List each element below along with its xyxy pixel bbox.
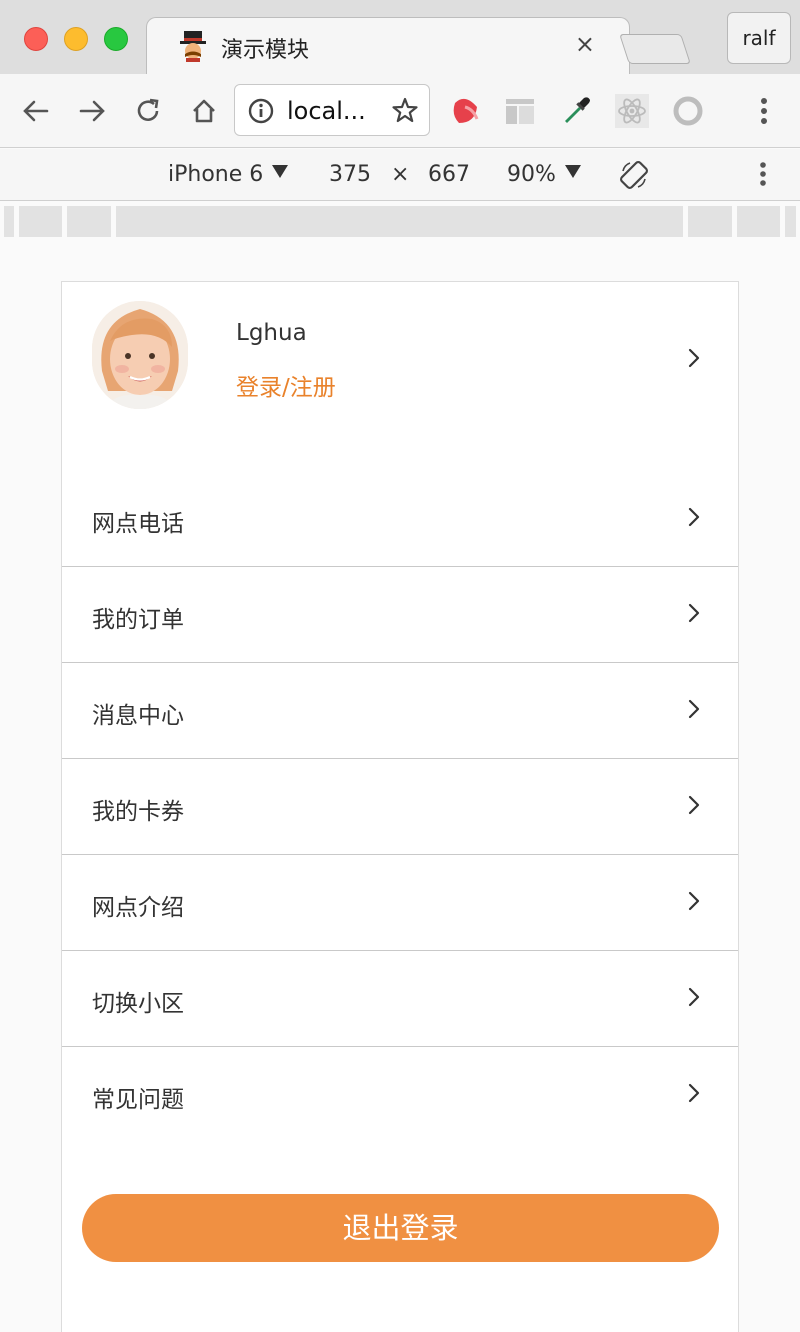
react-devtools-icon[interactable] [615,92,649,130]
chevron-right-icon [682,1081,706,1105]
menu-item-branch-intro[interactable]: 网点介绍 [62,855,738,951]
ruler-divider [780,206,785,237]
menu-item-branch-phone[interactable]: 网点电话 [62,471,738,567]
device-toolbar: iPhone 6 375 × 667 90% [0,149,800,201]
chevron-right-icon [682,889,706,913]
maximize-window-button[interactable] [104,27,128,51]
chevron-right-icon [682,985,706,1009]
star-icon[interactable] [391,96,419,128]
info-icon[interactable] [247,97,275,129]
address-text: local... [287,97,366,125]
ruler-divider [732,206,737,237]
back-arrow-icon[interactable] [19,92,53,130]
close-window-button[interactable] [24,27,48,51]
favicon-icon [177,30,209,62]
username: Lghua [236,320,307,346]
ruler-divider [111,206,116,237]
dimension-separator: × [391,162,410,187]
menu-item-switch-community[interactable]: 切换小区 [62,951,738,1047]
forward-arrow-icon[interactable] [75,92,109,130]
ruler-divider [62,206,67,237]
menu-item-label: 我的卡券 [92,799,184,825]
menu-item-label: 消息中心 [92,703,184,729]
login-register-link[interactable]: 登录/注册 [236,368,336,402]
media-query-bar[interactable] [4,206,796,237]
extension-circle-icon[interactable] [671,92,705,130]
minimize-window-button[interactable] [64,27,88,51]
menu-item-label: 我的订单 [92,607,184,633]
browser-tabstrip: 演示模块 × ralf [0,0,800,75]
tab-title: 演示模块 [221,38,310,63]
ruler-divider [683,206,688,237]
zoom-dropdown-icon[interactable] [563,161,583,187]
home-icon[interactable] [187,92,221,130]
device-select[interactable]: iPhone 6 [168,162,263,187]
device-menu-icon[interactable] [748,159,778,195]
phone-viewport: Lghua 登录/注册 网点电话 我的订单 消息中心 我的卡券 网点介绍 切换小… [61,281,739,1332]
ruler-divider [14,206,19,237]
profile-button[interactable]: ralf [727,12,791,64]
chevron-right-icon [682,346,706,370]
chevron-right-icon [682,793,706,817]
new-tab-button[interactable] [619,34,691,64]
menu-item-label: 切换小区 [92,991,184,1017]
menu-item-my-coupons[interactable]: 我的卡券 [62,759,738,855]
address-bar[interactable]: local... [234,84,430,136]
user-profile-header[interactable]: Lghua 登录/注册 [62,282,738,432]
device-dropdown-icon[interactable] [270,161,290,187]
extension-red-icon[interactable] [448,92,482,130]
color-picker-icon[interactable] [560,92,594,130]
menu-item-faq[interactable]: 常见问题 [62,1047,738,1143]
height-field[interactable]: 667 [428,162,470,187]
rotate-icon[interactable] [618,159,650,197]
chevron-right-icon [682,505,706,529]
menu-item-label: 网点电话 [92,511,184,537]
chevron-right-icon [682,601,706,625]
zoom-select[interactable]: 90% [507,162,556,187]
reload-icon[interactable] [131,92,165,130]
browser-tab-active[interactable]: 演示模块 × [146,17,630,75]
menu-list: 网点电话 我的订单 消息中心 我的卡券 网点介绍 切换小区 常见问题 [62,471,738,1143]
menu-item-label: 常见问题 [92,1087,184,1113]
menu-item-label: 网点介绍 [92,895,184,921]
menu-item-my-orders[interactable]: 我的订单 [62,567,738,663]
chevron-right-icon [682,697,706,721]
tab-close-button[interactable]: × [575,30,595,58]
logout-button[interactable]: 退出登录 [82,1194,719,1262]
width-field[interactable]: 375 [329,162,371,187]
browser-toolbar: local... [0,74,800,148]
extension-layout-icon[interactable] [503,92,537,130]
menu-item-message-center[interactable]: 消息中心 [62,663,738,759]
avatar [92,301,188,409]
browser-menu-icon[interactable] [747,92,781,130]
